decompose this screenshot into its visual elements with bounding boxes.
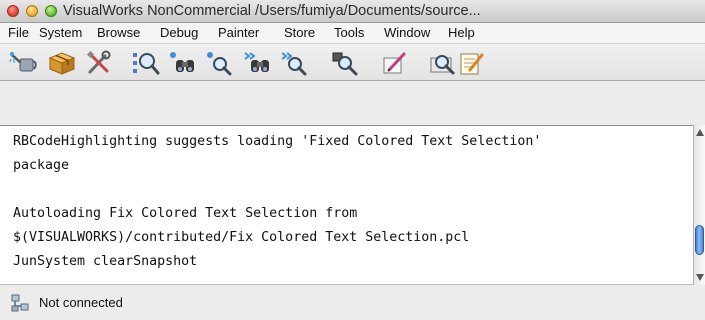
zoom-window-button[interactable] <box>45 5 57 17</box>
menu-debug[interactable]: Debug <box>160 23 198 43</box>
menu-store[interactable]: Store <box>284 23 315 43</box>
network-disconnected-icon <box>10 293 30 313</box>
transcript-line: RBCodeHighlighting suggests loading 'Fix… <box>13 134 542 149</box>
watering-can-icon[interactable] <box>9 50 39 76</box>
minimize-window-button[interactable] <box>26 5 38 17</box>
menu-bar: File System Browse Debug Painter Store T… <box>0 23 705 44</box>
transcript-line: $(VISUALWORKS)/contributed/Fix Colored T… <box>13 230 470 245</box>
vertical-scrollbar[interactable] <box>693 125 705 285</box>
visualworks-launcher-window: VisualWorks NonCommercial /Users/fumiya/… <box>0 0 705 320</box>
magnifier-tree-icon[interactable] <box>130 50 160 76</box>
menu-tools[interactable]: Tools <box>334 23 364 43</box>
selected-transcript-line: JunSystem clearSnapshot <box>13 254 198 269</box>
scroll-up-arrow-icon[interactable] <box>696 129 704 136</box>
menu-browse[interactable]: Browse <box>97 23 140 43</box>
binoculars-forward-icon[interactable] <box>243 50 273 76</box>
menu-help[interactable]: Help <box>448 23 475 43</box>
toolbar <box>0 44 705 81</box>
scroll-thumb[interactable] <box>695 225 704 255</box>
transcript-line: Autoloading Fix Colored Text Selection f… <box>13 206 358 221</box>
close-window-button[interactable] <box>7 5 19 17</box>
title-bar[interactable]: VisualWorks NonCommercial /Users/fumiya/… <box>0 0 705 23</box>
references-search-icon[interactable] <box>280 50 310 76</box>
notepad-icon[interactable] <box>457 50 487 76</box>
edit-pencil-icon[interactable] <box>380 50 410 76</box>
connection-status-text: Not connected <box>39 295 123 310</box>
scroll-down-arrow-icon[interactable] <box>696 274 704 281</box>
binoculars-implementors-icon[interactable] <box>168 50 198 76</box>
menu-window[interactable]: Window <box>384 23 430 43</box>
transcript-text-area[interactable]: RBCodeHighlighting suggests loading 'Fix… <box>0 125 693 285</box>
menu-painter[interactable]: Painter <box>218 23 259 43</box>
senders-search-icon[interactable] <box>205 50 235 76</box>
window-title: VisualWorks NonCommercial /Users/fumiya/… <box>63 3 481 19</box>
menu-file[interactable]: File <box>8 23 29 43</box>
status-bar: Not connected <box>0 286 705 320</box>
tools-icon[interactable] <box>85 50 115 76</box>
package-icon[interactable] <box>47 50 77 76</box>
inspect-magnifier-icon[interactable] <box>330 50 360 76</box>
menu-system[interactable]: System <box>39 23 82 43</box>
search-folder-icon[interactable] <box>428 50 458 76</box>
transcript-line: package <box>13 158 70 173</box>
